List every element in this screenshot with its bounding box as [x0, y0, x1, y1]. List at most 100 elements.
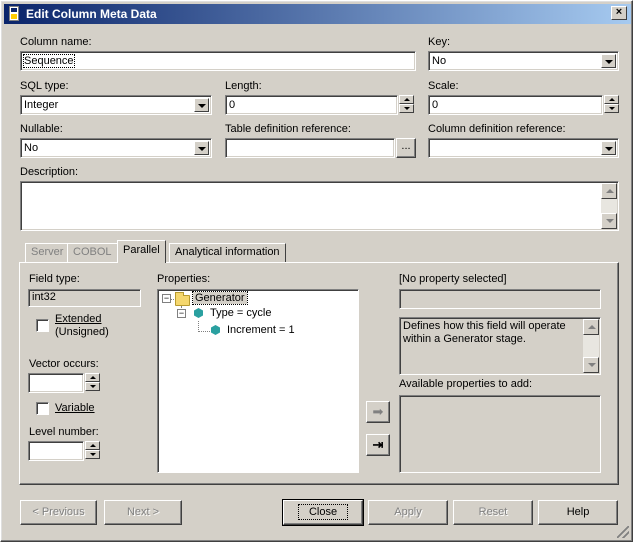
table-def-ref-input[interactable] [225, 138, 395, 158]
sql-type-dropdown-arrow-icon[interactable] [194, 98, 209, 112]
sql-type-combo[interactable]: Integer [20, 95, 212, 115]
table-def-browse-button[interactable]: ... [396, 138, 416, 158]
scale-up-arrow-icon[interactable] [604, 95, 619, 104]
right-arrow-icon: ➡ [372, 404, 384, 419]
length-down-arrow-icon[interactable] [399, 104, 414, 113]
window-title: Edit Column Meta Data [26, 7, 157, 21]
column-def-ref-dropdown-arrow-icon[interactable] [601, 141, 616, 155]
property-icon [211, 325, 220, 335]
tree-node-label: Increment = 1 [227, 324, 295, 336]
next-button-label: Next > [126, 506, 160, 518]
tree-node-increment[interactable]: Increment = 1 [158, 322, 358, 338]
properties-tree[interactable]: − Generator − Type = cycle Increment = 1 [157, 289, 359, 473]
field-type-display: int32 [28, 289, 141, 307]
help-scrollbar[interactable] [583, 319, 599, 373]
scale-value: 0 [432, 99, 439, 111]
app-icon [9, 6, 19, 21]
scale-spinner[interactable] [604, 95, 619, 115]
variable-checkbox[interactable] [36, 402, 49, 415]
length-input[interactable]: 0 [225, 95, 398, 115]
close-button[interactable]: Close [282, 499, 364, 526]
property-icon [194, 308, 203, 318]
previous-button[interactable]: < Previous [20, 500, 97, 525]
tree-node-generator[interactable]: − Generator [158, 290, 358, 306]
tab-analytical-information[interactable]: Analytical information [169, 243, 286, 262]
nullable-combo[interactable]: No [20, 138, 212, 158]
description-scrollbar[interactable] [601, 183, 617, 229]
length-label: Length: [225, 80, 262, 92]
nullable-dropdown-arrow-icon[interactable] [194, 141, 209, 155]
resize-grip-icon[interactable] [617, 526, 629, 538]
description-label: Description: [20, 166, 79, 178]
sql-type-label: SQL type: [20, 80, 69, 92]
column-def-ref-combo[interactable] [428, 138, 619, 158]
property-help-text: Defines how this field will operate with… [403, 320, 566, 345]
level-number-down-arrow-icon[interactable] [85, 450, 100, 459]
key-label: Key: [428, 36, 451, 48]
table-def-ref-label: Table definition reference: [225, 123, 351, 135]
vector-occurs-input[interactable] [28, 373, 84, 393]
level-number-up-arrow-icon[interactable] [85, 441, 100, 450]
folder-icon [175, 292, 190, 306]
level-number-spinner[interactable] [85, 441, 100, 461]
length-spinner[interactable] [399, 95, 414, 115]
title-bar[interactable]: Edit Column Meta Data × [4, 4, 631, 24]
property-value-field [399, 289, 601, 309]
extended-unsigned-label: (Unsigned) [55, 326, 109, 338]
add-property-button[interactable]: ➡ [366, 401, 390, 423]
close-window-button[interactable]: × [611, 6, 627, 20]
vector-occurs-up-arrow-icon[interactable] [85, 373, 100, 382]
key-value: No [432, 55, 447, 67]
help-scroll-down-icon[interactable] [583, 357, 599, 373]
tab-cobol[interactable]: COBOL [67, 243, 118, 262]
tree-node-type[interactable]: − Type = cycle [158, 306, 358, 322]
reset-button-label: Reset [478, 506, 508, 518]
tab-parallel[interactable]: Parallel [117, 240, 166, 263]
arrow-to-end-icon: ⇥ [372, 437, 384, 452]
parallel-tab-panel: Field type: int32 Extended (Unsigned) Ve… [19, 262, 619, 485]
previous-button-label: < Previous [32, 506, 85, 518]
properties-label: Properties: [157, 273, 211, 285]
scale-input[interactable]: 0 [428, 95, 603, 115]
description-scroll-down-icon[interactable] [601, 213, 617, 229]
help-button[interactable]: Help [538, 500, 618, 525]
reset-button[interactable]: Reset [453, 500, 533, 525]
length-value: 0 [229, 99, 236, 111]
tree-node-label: Type = cycle [210, 307, 272, 319]
available-properties-label: Available properties to add: [399, 378, 533, 390]
apply-button-label: Apply [394, 506, 422, 518]
scale-down-arrow-icon[interactable] [604, 104, 619, 113]
property-help-box: Defines how this field will operate with… [399, 317, 601, 375]
column-name-input[interactable]: Sequence [20, 51, 416, 71]
dialog-window: Edit Column Meta Data × Column name: Seq… [0, 0, 633, 542]
key-combo[interactable]: No [428, 51, 619, 71]
description-textarea[interactable] [20, 181, 619, 231]
vector-occurs-label: Vector occurs: [29, 358, 99, 370]
vector-occurs-spinner[interactable] [85, 373, 100, 393]
close-button-label: Close [297, 504, 349, 520]
selected-property-label: [No property selected] [399, 273, 507, 285]
tab-server[interactable]: Server [25, 243, 70, 262]
column-name-label: Column name: [20, 36, 92, 48]
column-def-ref-label: Column definition reference: [428, 123, 566, 135]
description-scroll-up-icon[interactable] [601, 183, 617, 199]
level-number-input[interactable] [28, 441, 84, 461]
variable-label: Variable [55, 402, 95, 414]
add-all-properties-button[interactable]: ⇥ [366, 434, 390, 456]
collapse-icon[interactable]: − [162, 294, 171, 303]
help-scroll-up-icon[interactable] [583, 319, 599, 335]
extended-label: Extended [55, 313, 102, 325]
sql-type-value: Integer [24, 99, 59, 111]
length-up-arrow-icon[interactable] [399, 95, 414, 104]
next-button[interactable]: Next > [104, 500, 182, 525]
nullable-label: Nullable: [20, 123, 63, 135]
available-properties-list[interactable] [399, 395, 601, 473]
key-dropdown-arrow-icon[interactable] [601, 54, 616, 68]
column-name-value: Sequence [23, 54, 75, 68]
level-number-label: Level number: [29, 426, 99, 438]
vector-occurs-down-arrow-icon[interactable] [85, 382, 100, 391]
collapse-icon[interactable]: − [177, 309, 186, 318]
apply-button[interactable]: Apply [368, 500, 448, 525]
field-type-value: int32 [32, 291, 56, 303]
extended-checkbox[interactable] [36, 319, 49, 332]
